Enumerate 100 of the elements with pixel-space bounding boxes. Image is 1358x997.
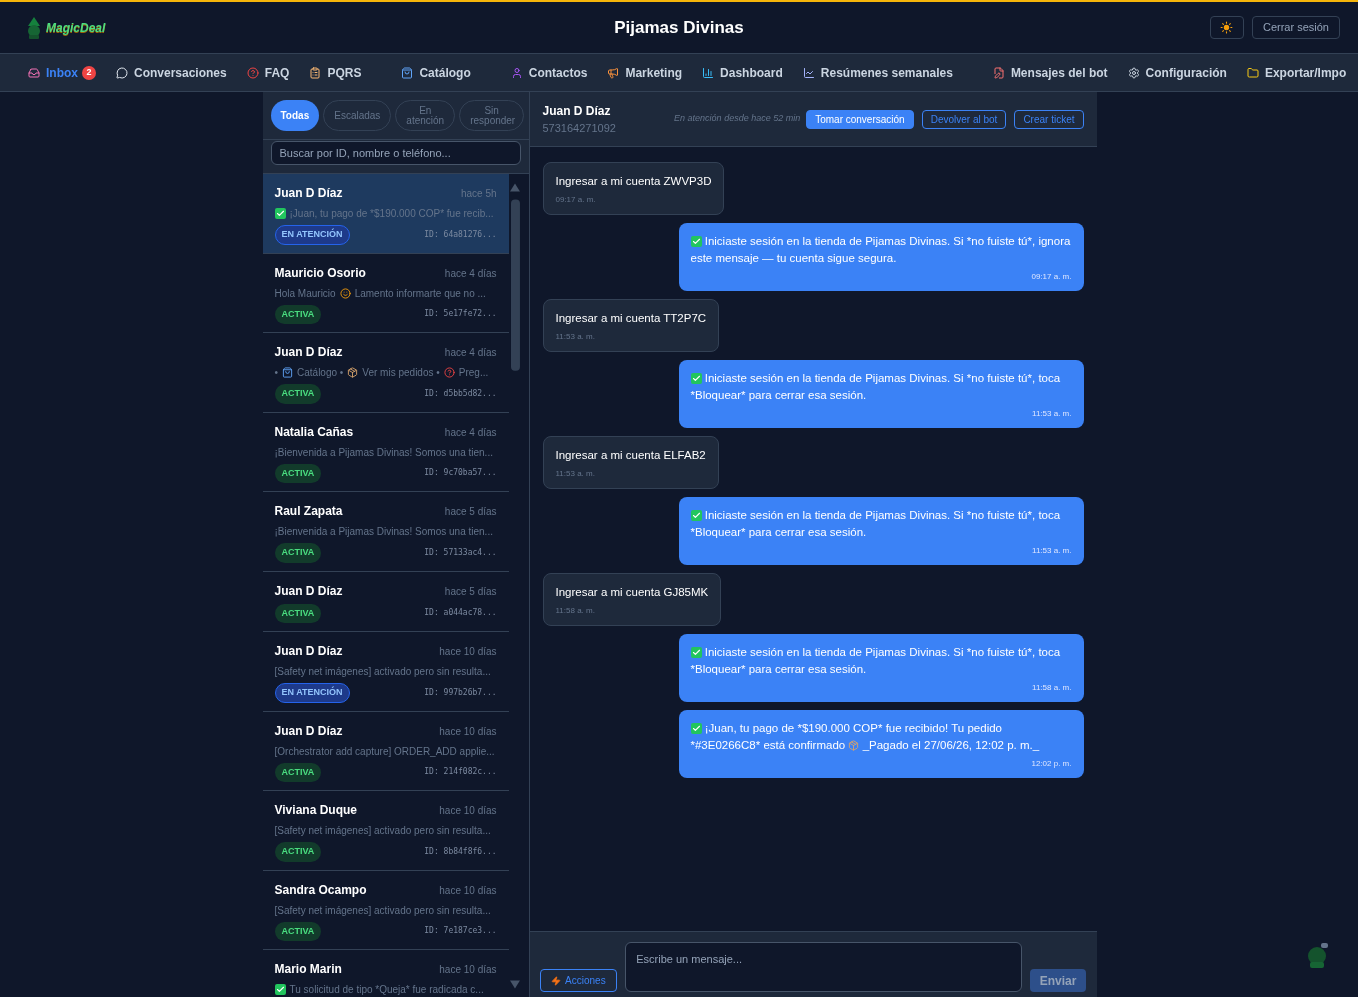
conversation-item[interactable]: Juan D Díaz hace 5 días ACTIVA ID: a044ac78... (262, 571, 509, 632)
conversation-item[interactable]: Sandra Ocampo hace 10 días [Safety net imágenes] activado pero sin resulta... ACTIVA ID: 7e187ce3... (262, 870, 509, 950)
conversation-time: hace 5 días (444, 505, 497, 519)
conversation-item[interactable]: Juan D Díaz hace 10 días [Safety net imágenes] activado pero sin resulta... EN ATENCIÓN ID: 997b26b7... (262, 632, 509, 712)
message-preview: [Safety net imágenes] activado pero sin resulta... (274, 824, 492, 838)
nav-tab[interactable]: Resúmenes semanales (802, 63, 953, 82)
contact-name: Juan D Díaz (274, 582, 343, 600)
chat-action-button[interactable]: Crear ticket (1014, 109, 1084, 129)
folder-icon (1246, 66, 1259, 79)
nav-tab[interactable]: Catálogo (401, 63, 471, 82)
nav-tab[interactable]: Exportar/Impo (1246, 63, 1347, 82)
conversation-time: hace 5h (460, 187, 497, 201)
lightning-icon (551, 975, 562, 986)
message-time: 12:02 p. m. (1030, 758, 1072, 770)
message-time: 11:53 a. m. (1031, 408, 1072, 420)
conversation-id: ID: 5e17fe72... (424, 308, 497, 321)
message-input[interactable]: Escribe un mensaje... (625, 942, 1022, 992)
message-text: Iniciaste sesión en la tienda de Pijamas Divinas. Si *no fuiste tú*, toca *Bloquear* para cerrar esa sesión. (690, 371, 1062, 403)
conversation-time: hace 4 días (444, 266, 497, 281)
chat-action-button[interactable]: Tomar conversación (806, 109, 914, 129)
nav-tab[interactable]: PQRS (309, 63, 362, 82)
message-preview: ¡Bienvenida a Pijamas Divinas! Somos una tien... (274, 525, 494, 539)
settings-icon (1127, 66, 1140, 79)
actions-button[interactable]: Acciones (539, 969, 618, 992)
message-preview: Hola Mauricio Lamento informarte que no ... (274, 286, 487, 301)
conversation-time: hace 10 días (439, 963, 497, 977)
check-icon (274, 208, 286, 219)
conversation-item[interactable]: Natalia Cañas hace 4 días ¡Bienvenida a Pijamas Divinas! Somos una tien... ACTIVA ID: 9c70ba57... (262, 412, 509, 492)
status-badge: ACTIVA (274, 842, 322, 862)
inbox-icon (28, 66, 40, 79)
conversation-id: ID: 214f082c... (424, 766, 497, 779)
nav-tab[interactable]: Dashboard (702, 63, 783, 82)
message-text: Ingresar a mi cuenta TT2P7C (555, 311, 707, 326)
attention-note: En atención desde hace 52 min (674, 112, 801, 126)
status-badge: ACTIVA (274, 603, 322, 623)
conversation-item[interactable]: Raul Zapata hace 5 días ¡Bienvenida a Pijamas Divinas! Somos una tien... ACTIVA ID: 57133ac4... (262, 492, 509, 572)
smiley-icon (339, 287, 351, 299)
conversation-item[interactable]: Mauricio Osorio hace 4 días Hola Mauricio Lamento informarte que no ... ACTIVA ID: 5e17fe72... (262, 253, 509, 333)
message-text: Iniciaste sesión en la tienda de Pijamas Divinas. Si *no fuiste tú*, toca *Bloquear* para cerrar esa sesión. (690, 508, 1062, 540)
message-text: Iniciaste sesión en la tienda de Pijamas Divinas. Si *no fuiste tú*, toca *Bloquear* para cerrar esa sesión. (690, 645, 1062, 677)
message-preview: • Catálogo • Ver mis pedidos • Preg... (274, 366, 490, 380)
message-time: 09:17 a. m. (1030, 271, 1072, 283)
clipboard-icon (309, 66, 322, 79)
sun-icon (1220, 21, 1234, 34)
package-icon (347, 367, 359, 378)
contact-name: Mario Marin (274, 961, 342, 978)
status-badge: ACTIVA (274, 463, 322, 483)
nav-tab[interactable]: Conversaciones (116, 63, 227, 82)
conversation-time: hace 4 días (444, 425, 497, 440)
message-time: 11:53 a. m. (555, 468, 596, 480)
conversation-id: ID: 997b26b7... (424, 686, 497, 699)
conversation-time: hace 10 días (439, 804, 497, 818)
status-badge: ACTIVA (274, 543, 322, 563)
message-preview: Tu solicitud de tipo *Queja* fue radicada c... (274, 982, 497, 997)
shopping-bag-icon (282, 367, 293, 378)
conversation-id: ID: a044ac78... (424, 607, 497, 620)
contact-phone: 573164271092 (542, 120, 616, 136)
logout-button[interactable]: Cerrar sesión (1251, 16, 1340, 39)
nav-tab[interactable]: Marketing (607, 63, 683, 82)
check-icon (274, 984, 286, 995)
nav-tab[interactable]: FAQ (246, 63, 290, 82)
conversation-id: ID: 8b84f8f6... (424, 845, 497, 858)
check-icon (690, 510, 702, 521)
nav-tab[interactable]: Contactos (510, 63, 588, 82)
line-chart-icon (802, 66, 815, 79)
chat-action-button[interactable]: Devolver al bot (921, 109, 1007, 129)
status-badge: ACTIVA (274, 921, 322, 941)
question-icon (443, 367, 455, 378)
status-badge: EN ATENCIÓN (274, 683, 350, 703)
document-icon (992, 66, 1005, 79)
conversation-item[interactable]: Juan D Díaz hace 10 días [Orchestrator add capture] ORDER_ADD applie... ACTIVA ID: 214f082c... (262, 711, 509, 791)
conversation-id: ID: 9c70ba57... (424, 467, 497, 480)
message-preview: ¡Juan, tu pago de *$190.000 COP* fue recib... (274, 206, 497, 221)
nav-tab[interactable]: Mensajes del bot (992, 63, 1108, 82)
conversation-item[interactable]: Juan D Díaz hace 5h ¡Juan, tu pago de *$190.000 COP* fue recib... EN ATENCIÓN ID: 64a81276... (262, 174, 509, 254)
speech-bubble-icon (116, 66, 128, 79)
message-preview: [Safety net imágenes] activado pero sin resulta... (274, 903, 492, 918)
megaphone-icon (607, 66, 620, 79)
conversation-id: ID: d5bb5d82... (424, 387, 497, 400)
message-time: 09:17 a. m. (555, 194, 597, 206)
status-badge: ACTIVA (274, 762, 322, 782)
check-icon (690, 647, 702, 658)
nav-tab[interactable]: Inbox 2 (28, 63, 96, 82)
conversation-item[interactable]: Viviana Duque hace 10 días [Safety net imágenes] activado pero sin resulta... ACTIVA ID: 8b84f8f6... (262, 791, 509, 871)
shopping-bag-icon (401, 66, 414, 79)
filter-tab[interactable]: Todas (270, 100, 320, 131)
conversation-item[interactable]: Juan D Díaz hace 4 días • Catálogo • Ver mis pedidos • Preg... ACTIVA ID: d5bb5d82... (262, 333, 509, 413)
nav-tab[interactable]: Configuración (1127, 63, 1227, 82)
conversation-item[interactable]: Mario Marin hace 10 días Tu solicitud de tipo *Queja* fue radicada c... (262, 950, 509, 997)
contact-name: Raul Zapata (274, 503, 343, 520)
theme-toggle-button[interactable] (1209, 16, 1244, 39)
contact-name: Natalia Cañas (274, 423, 354, 441)
search-field[interactable]: Buscar por ID, nombre o teléfono... (270, 141, 521, 165)
logo[interactable]: MagicDeal (24, 16, 106, 39)
contact-name: Juan D Díaz (274, 643, 343, 660)
status-badge: EN ATENCIÓN (274, 225, 350, 245)
contact-name: Sandra Ocampo (274, 881, 367, 899)
package-icon (848, 740, 860, 751)
contact-name: Juan D Díaz (274, 185, 343, 202)
check-icon (690, 236, 702, 247)
